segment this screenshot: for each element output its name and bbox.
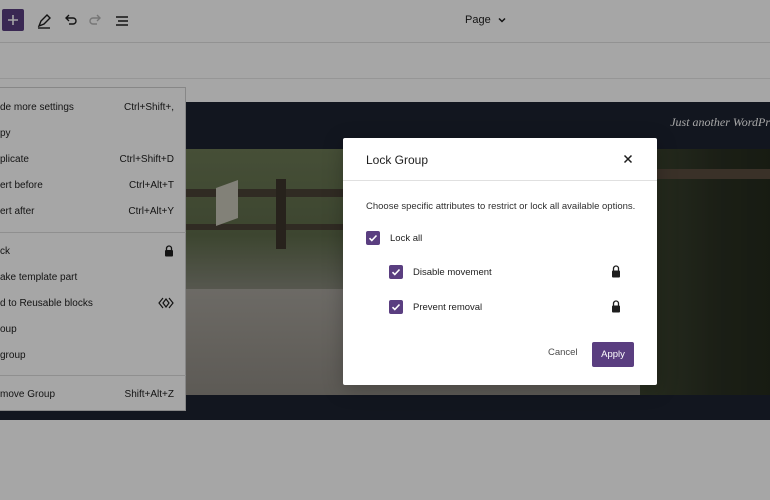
apply-button[interactable]: Apply — [592, 342, 634, 367]
checkbox[interactable] — [366, 231, 380, 245]
check-icon — [391, 303, 401, 311]
disable-movement-checkbox[interactable]: Disable movement — [389, 265, 492, 279]
disable-movement-label: Disable movement — [413, 266, 492, 278]
close-button[interactable] — [621, 152, 635, 166]
modal-header: Lock Group — [343, 138, 657, 181]
lock-all-checkbox[interactable]: Lock all — [366, 231, 422, 245]
checkbox[interactable] — [389, 300, 403, 314]
prevent-removal-checkbox[interactable]: Prevent removal — [389, 300, 482, 314]
prevent-removal-label: Prevent removal — [413, 301, 483, 313]
lock-icon — [611, 300, 621, 318]
lock-group-modal: Lock Group Choose specific attributes to… — [343, 138, 657, 385]
check-icon — [391, 268, 401, 276]
check-icon — [368, 234, 378, 242]
modal-description: Choose specific attributes to restrict o… — [366, 201, 636, 212]
lock-all-label: Lock all — [390, 232, 423, 244]
checkbox[interactable] — [389, 265, 403, 279]
modal-title: Lock Group — [366, 153, 429, 167]
close-icon — [623, 154, 633, 164]
lock-icon — [611, 265, 621, 283]
cancel-button[interactable]: Cancel — [548, 347, 578, 358]
